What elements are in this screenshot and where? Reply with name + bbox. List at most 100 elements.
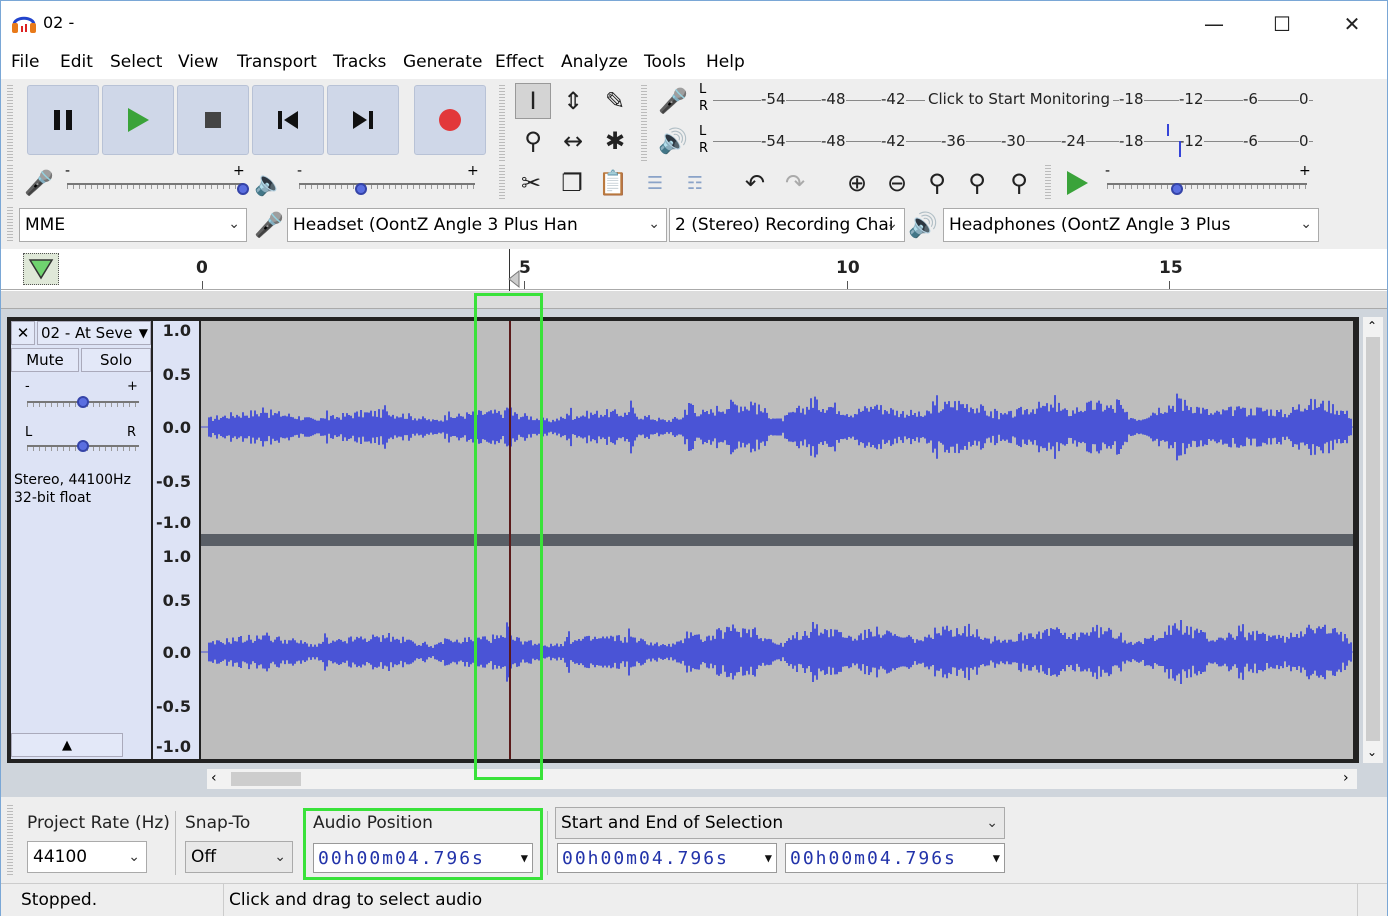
triangle-down-icon[interactable]: ▼ <box>765 851 774 865</box>
menu-select[interactable]: Select <box>110 52 162 72</box>
menu-effect[interactable]: Effect <box>495 52 544 72</box>
project-rate-select[interactable]: 44100 ⌄ <box>27 841 147 873</box>
close-icon[interactable]: ✕ <box>1317 1 1387 47</box>
selection-end-field[interactable]: 00h00m04.796s ▼ <box>785 843 1005 873</box>
snap-to-label: Snap-To <box>185 813 251 833</box>
selection-start-field[interactable]: 00h00m04.796s ▼ <box>557 843 777 873</box>
toolbar-grip[interactable] <box>7 207 13 243</box>
status-state: Stopped. <box>21 890 98 910</box>
menu-file[interactable]: File <box>11 52 39 72</box>
triangle-down-icon[interactable]: ▼ <box>993 851 1002 865</box>
cursor-line <box>509 321 511 759</box>
time-shift-tool-icon[interactable]: ↔ <box>555 123 591 159</box>
skip-to-start-button[interactable] <box>252 85 324 155</box>
track-control-panel: ✕ 02 - At Seve ▼ Mute Solo - + L R Stere… <box>11 321 151 759</box>
fit-project-icon[interactable]: ⚲ <box>959 165 995 201</box>
zoom-in-icon[interactable]: ⊕ <box>839 165 875 201</box>
scrub-bar[interactable] <box>1 291 1387 309</box>
timeline-options-button[interactable] <box>23 253 59 285</box>
play-speed-slider[interactable] <box>1171 183 1183 195</box>
waveform-right-channel[interactable] <box>201 546 1353 759</box>
pause-button[interactable] <box>27 85 99 155</box>
selection-mode-select[interactable]: Start and End of Selection ⌄ <box>555 807 1005 839</box>
vertical-ruler[interactable]: 1.0 0.5 0.0 -0.5 -1.0 1.0 0.5 0.0 -0.5 -… <box>153 321 199 759</box>
snap-to-select[interactable]: Off ⌄ <box>185 841 293 873</box>
draw-tool-icon[interactable]: ✎ <box>597 83 633 119</box>
toolbar-grip[interactable] <box>7 805 13 877</box>
pan-slider[interactable] <box>77 440 89 452</box>
copy-icon[interactable]: ❐ <box>554 165 590 201</box>
chevron-down-icon[interactable]: ⌄ <box>1367 745 1377 759</box>
window-title: 02 - <box>43 13 75 32</box>
toolbar-grip[interactable] <box>499 85 505 161</box>
silence-audio-icon[interactable]: ☶ <box>677 165 713 201</box>
play-at-speed-icon[interactable] <box>1059 165 1095 201</box>
selection-tool-icon[interactable]: I <box>515 83 551 119</box>
menu-help[interactable]: Help <box>706 52 745 72</box>
toolbar-grip[interactable] <box>641 85 647 161</box>
zoom-toggle-icon[interactable]: ⚲ <box>1001 165 1037 201</box>
horizontal-scrollbar[interactable]: ‹ › <box>207 769 1357 789</box>
ruler-tick <box>202 281 203 289</box>
track-name-menu[interactable]: 02 - At Seve ▼ <box>37 321 151 345</box>
playback-meter-peak-marker <box>1179 141 1181 157</box>
trim-audio-icon[interactable]: ☰ <box>637 165 673 201</box>
envelope-tool-icon[interactable]: ⇕ <box>555 83 591 119</box>
cut-icon[interactable]: ✂ <box>513 165 549 201</box>
paste-icon[interactable]: 📋 <box>595 165 631 201</box>
horizontal-scroll-thumb[interactable] <box>231 772 301 786</box>
chevron-right-icon[interactable]: › <box>1343 770 1349 786</box>
menu-analyze[interactable]: Analyze <box>561 52 628 72</box>
redo-icon[interactable]: ↷ <box>777 165 813 201</box>
skip-to-end-button[interactable] <box>327 85 399 155</box>
menu-transport[interactable]: Transport <box>237 52 317 72</box>
play-head-icon[interactable] <box>507 269 521 289</box>
toolbar-grip[interactable] <box>7 165 13 201</box>
chevron-left-icon[interactable]: ‹ <box>211 770 217 786</box>
title-bar: 02 - — ☐ ✕ <box>1 1 1387 47</box>
minimize-icon[interactable]: — <box>1179 1 1249 47</box>
playback-device-speaker-icon: 🔊 <box>908 211 938 239</box>
solo-button[interactable]: Solo <box>81 348 151 372</box>
stop-button[interactable] <box>177 85 249 155</box>
fit-selection-icon[interactable]: ⚲ <box>919 165 955 201</box>
record-button[interactable] <box>414 85 486 155</box>
ruler-label: 15 <box>1159 258 1183 278</box>
triangle-down-icon[interactable]: ▼ <box>521 851 530 865</box>
toolbar-grip[interactable] <box>1045 165 1051 201</box>
menu-edit[interactable]: Edit <box>60 52 93 72</box>
record-meter-microphone-icon[interactable]: 🎤 <box>655 83 691 119</box>
collapse-track-button[interactable]: ▲ <box>11 733 123 757</box>
audio-position-field[interactable]: 00h00m04.796s ▼ <box>313 843 533 873</box>
timeline-ruler[interactable]: 0 5 10 15 <box>1 249 1387 291</box>
playback-meter-speaker-icon[interactable]: 🔊 <box>655 123 691 159</box>
triangle-up-icon: ▲ <box>62 737 72 753</box>
recording-channels-select[interactable]: 2 (Stereo) Recording Chai ⌄ <box>669 208 905 242</box>
maximize-icon[interactable]: ☐ <box>1247 1 1317 47</box>
zoom-tool-icon[interactable]: ⚲ <box>515 123 551 159</box>
close-track-icon[interactable]: ✕ <box>11 321 35 345</box>
vertical-scroll-thumb[interactable] <box>1366 337 1380 741</box>
recording-device-select[interactable]: Headset (OontZ Angle 3 Plus Han ⌄ <box>287 208 667 242</box>
multi-tool-icon[interactable]: ✱ <box>597 123 633 159</box>
waveform-left-channel[interactable] <box>201 321 1353 534</box>
mute-button[interactable]: Mute <box>11 348 79 372</box>
toolbar-grip[interactable] <box>7 85 13 161</box>
playback-volume-slider[interactable] <box>354 183 367 195</box>
gain-slider[interactable] <box>77 396 89 408</box>
menu-tracks[interactable]: Tracks <box>333 52 386 72</box>
toolbar-grip[interactable] <box>499 165 505 201</box>
chevron-up-icon[interactable]: ⌃ <box>1367 319 1377 333</box>
recording-volume-slider[interactable] <box>237 183 249 195</box>
vertical-scrollbar[interactable]: ⌃ ⌄ <box>1363 317 1383 763</box>
zoom-out-icon[interactable]: ⊖ <box>879 165 915 201</box>
play-button[interactable] <box>102 85 174 155</box>
menu-bar: File Edit Select View Transport Tracks G… <box>1 49 1387 77</box>
playback-device-select[interactable]: Headphones (OontZ Angle 3 Plus ⌄ <box>943 208 1319 242</box>
audio-host-select[interactable]: MME ⌄ <box>19 208 247 242</box>
menu-tools[interactable]: Tools <box>644 52 686 72</box>
skip-to-start-icon <box>278 111 298 129</box>
undo-icon[interactable]: ↶ <box>737 165 773 201</box>
menu-view[interactable]: View <box>178 52 218 72</box>
menu-generate[interactable]: Generate <box>403 52 482 72</box>
